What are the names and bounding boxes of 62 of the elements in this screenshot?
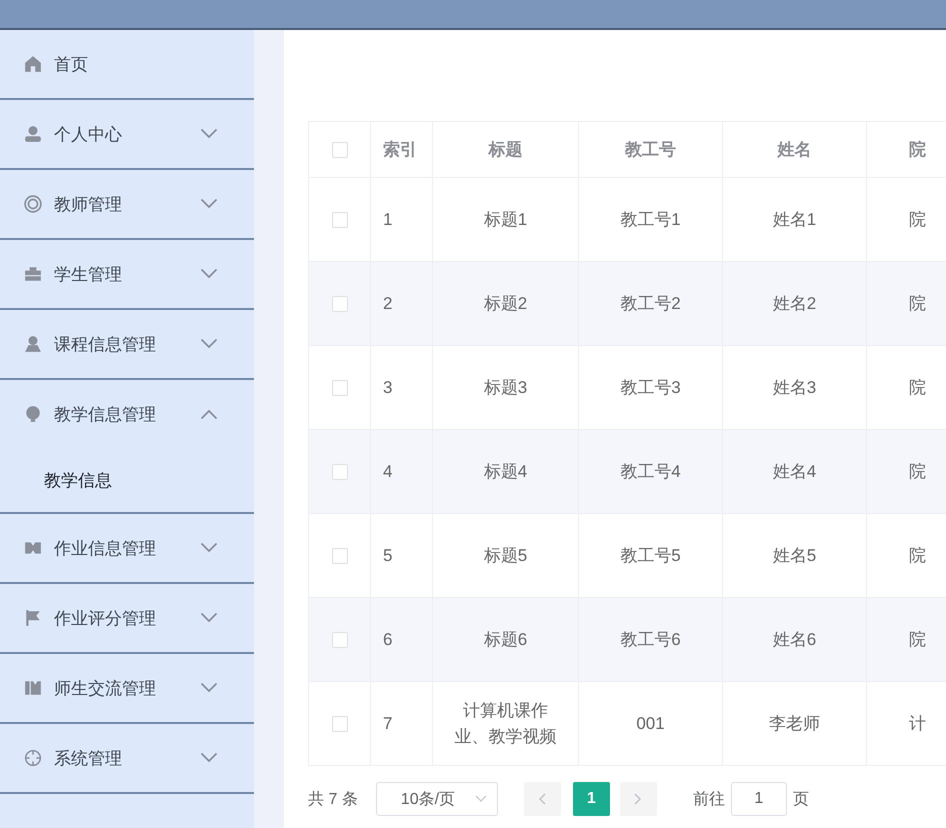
sidebar-item[interactable]: 作业信息管理	[0, 514, 254, 582]
sidebar-item[interactable]: 系统管理	[0, 724, 254, 792]
prev-page-button[interactable]	[524, 782, 561, 816]
table-cell: 教工号2	[578, 262, 722, 346]
sidebar-item[interactable]: 学生管理	[0, 240, 254, 308]
table-cell: 001	[578, 682, 722, 766]
row-checkbox[interactable]	[332, 380, 348, 396]
page-size-select[interactable]: 10条/页	[376, 782, 498, 816]
chevron-icon	[474, 795, 487, 803]
home-icon	[24, 55, 42, 73]
table-cell: 2	[370, 262, 432, 346]
sidebar-item[interactable]: 作业评分管理	[0, 584, 254, 652]
column-header: 标题	[432, 122, 578, 178]
table-cell: 6	[370, 598, 432, 682]
column-header: 姓名	[722, 122, 866, 178]
table-cell: 标题4	[432, 430, 578, 514]
table-cell: 姓名6	[722, 598, 866, 682]
row-checkbox[interactable]	[332, 716, 348, 732]
row-checkbox[interactable]	[332, 464, 348, 480]
total-count: 共 7 条	[308, 790, 358, 810]
bulb-icon	[24, 405, 42, 423]
row-checkbox[interactable]	[332, 548, 348, 564]
column-header: 院	[866, 122, 946, 178]
select-all-checkbox[interactable]	[332, 142, 348, 158]
sidebar-item[interactable]: 课程信息管理	[0, 310, 254, 378]
chevron-left-icon	[538, 793, 546, 805]
row-checkbox[interactable]	[332, 632, 348, 648]
column-header: 教工号	[578, 122, 722, 178]
table-cell: 院	[866, 262, 946, 346]
table-cell: 院	[866, 598, 946, 682]
ring-icon	[24, 195, 42, 213]
sidebar-item[interactable]: 教学信息管理	[0, 380, 254, 448]
chevron-right-icon	[634, 793, 642, 805]
table-cell: 院	[866, 430, 946, 514]
book-icon	[24, 679, 42, 697]
sidebar-item[interactable]: 教师管理	[0, 170, 254, 238]
user-icon	[24, 125, 42, 143]
table-cell: 姓名2	[722, 262, 866, 346]
flag-icon	[24, 609, 42, 627]
row-checkbox[interactable]	[332, 296, 348, 312]
person-icon	[24, 335, 42, 353]
table-cell: 7	[370, 682, 432, 766]
sidebar-item[interactable]: 个人中心	[0, 100, 254, 168]
briefcase-icon	[24, 265, 42, 283]
goto-label: 前往	[692, 790, 725, 810]
sidebar-item[interactable]: 师生交流管理	[0, 654, 254, 722]
column-header: 索引	[370, 122, 432, 178]
goto-page-field[interactable]: 1	[730, 782, 787, 816]
table-cell: 计算机课作业、教学视频	[432, 682, 578, 766]
table-cell: 4	[370, 430, 432, 514]
table-cell: 教工号6	[578, 598, 722, 682]
submenu-item[interactable]: 教学信息	[0, 448, 254, 512]
table-cell: 李老师	[722, 682, 866, 766]
table-cell: 标题2	[432, 262, 578, 346]
table-cell: 姓名4	[722, 430, 866, 514]
next-page-button[interactable]	[620, 782, 657, 816]
row-checkbox[interactable]	[332, 212, 348, 228]
crosshair-icon	[24, 749, 42, 767]
table-cell: 标题6	[432, 598, 578, 682]
page-suffix: 页	[792, 790, 809, 810]
sidebar-item[interactable]: 首页	[0, 30, 254, 98]
table-cell: 教工号4	[578, 430, 722, 514]
